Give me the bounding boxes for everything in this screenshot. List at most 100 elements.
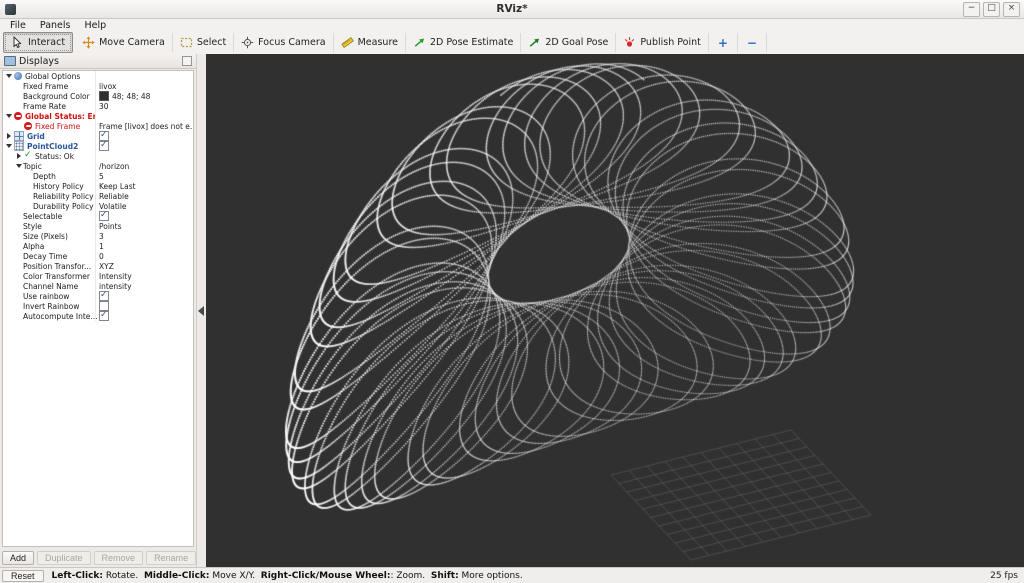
checkbox-checked[interactable] — [99, 211, 109, 221]
tree-row[interactable]: Topic/horizon — [3, 161, 193, 171]
tool-move-camera[interactable]: Move Camera — [75, 33, 173, 52]
tree-row[interactable]: Decay Time 0 — [3, 251, 193, 261]
tree-row[interactable]: Color Transformer Intensity — [3, 271, 193, 281]
property-value[interactable] — [95, 311, 192, 321]
collapse-arrow-icon[interactable] — [5, 142, 13, 150]
checkbox-checked[interactable] — [99, 291, 109, 301]
pointcloud-canvas[interactable] — [206, 54, 1024, 568]
tree-row[interactable]: Channel Name intensity — [3, 281, 193, 291]
property-value[interactable] — [95, 131, 192, 141]
property-value[interactable] — [95, 211, 192, 221]
property-value[interactable] — [95, 301, 192, 311]
displays-icon — [4, 56, 16, 66]
displays-panel-header[interactable]: Displays — [0, 54, 196, 69]
property-value[interactable]: livox — [95, 81, 192, 91]
property-name: PointCloud2 — [27, 141, 79, 151]
remove-tool-button[interactable]: − — [738, 33, 767, 52]
tree-row[interactable]: History Policy Keep Last — [3, 181, 193, 191]
checkbox-checked[interactable] — [99, 141, 109, 151]
value-text: Intensity — [99, 271, 132, 281]
3d-viewport[interactable] — [206, 54, 1024, 568]
maximize-button[interactable]: □ — [983, 1, 1000, 17]
tree-row[interactable]: Durability Policy Volatile — [3, 201, 193, 211]
expand-arrow-icon[interactable] — [15, 152, 23, 160]
goal-pose-icon — [528, 36, 541, 49]
tree-row[interactable]: Status: Ok — [3, 151, 193, 161]
tree-row[interactable]: Position Transfor... XYZ — [3, 261, 193, 271]
property-name: Fixed Frame — [35, 121, 81, 131]
property-value[interactable] — [95, 71, 192, 81]
tree-row[interactable]: Depth 5 — [3, 171, 193, 181]
property-value[interactable] — [95, 111, 192, 121]
property-value[interactable]: XYZ — [95, 261, 192, 271]
checkbox-checked[interactable] — [99, 311, 109, 321]
property-value[interactable] — [95, 291, 192, 301]
property-value[interactable]: 0 — [95, 251, 192, 261]
property-value[interactable]: Frame [livox] does not e... — [95, 121, 192, 131]
panel-close-button[interactable] — [182, 56, 192, 66]
menu-panels[interactable]: Panels — [33, 20, 78, 31]
tool-label: Focus Camera — [258, 37, 326, 48]
property-value[interactable] — [95, 151, 192, 161]
titlebar[interactable]: RViz* − □ × — [0, 0, 1024, 19]
tree-row[interactable]: Background Color 48; 48; 48 — [3, 91, 193, 101]
add-button[interactable]: Add — [2, 551, 35, 565]
add-tool-button[interactable]: + — [709, 33, 738, 52]
property-value[interactable]: Points — [95, 221, 192, 231]
tool-2d-goal-pose[interactable]: 2D Goal Pose — [521, 33, 617, 52]
tool-publish-point[interactable]: Publish Point — [616, 33, 709, 52]
property-value[interactable]: Intensity — [95, 271, 192, 281]
tree-row[interactable]: Alpha 1 — [3, 241, 193, 251]
value-text: Volatile — [99, 201, 127, 211]
menu-help[interactable]: Help — [77, 20, 113, 31]
minimize-button[interactable]: − — [963, 1, 980, 17]
property-value[interactable]: intensity — [95, 281, 192, 291]
expand-arrow-icon[interactable] — [5, 132, 13, 140]
tree-row[interactable]: Grid — [3, 131, 193, 141]
tree-row[interactable]: Selectable — [3, 211, 193, 221]
tree-row[interactable]: Fixed Frame livox — [3, 81, 193, 91]
main-content: Displays Global Options Fixed Frame livox B… — [0, 54, 1024, 568]
property-value[interactable]: 1 — [95, 241, 192, 251]
property-value[interactable]: 3 — [95, 231, 192, 241]
property-name: Color Transformer — [23, 271, 90, 281]
property-value[interactable] — [95, 141, 192, 151]
collapse-arrow-icon[interactable] — [15, 162, 23, 170]
panel-collapse-handle[interactable] — [198, 306, 204, 316]
close-button[interactable]: × — [1003, 1, 1020, 17]
property-value[interactable]: 48; 48; 48 — [95, 91, 192, 101]
tool-measure[interactable]: Measure — [334, 33, 406, 52]
menu-file[interactable]: File — [3, 20, 33, 31]
tree-row[interactable]: Style Points — [3, 221, 193, 231]
value-text: /horizon — [99, 161, 130, 171]
tree-row[interactable]: Global Options — [3, 71, 193, 81]
property-value[interactable]: 5 — [95, 171, 192, 181]
tree-row[interactable]: Invert Rainbow — [3, 301, 193, 311]
reset-button[interactable]: Reset — [2, 569, 44, 582]
tree-row[interactable]: Size (Pixels) 3 — [3, 231, 193, 241]
tool-select[interactable]: Select — [173, 33, 235, 52]
tree-row[interactable]: Frame Rate 30 — [3, 101, 193, 111]
panel-splitter[interactable] — [197, 54, 206, 568]
property-value[interactable]: Keep Last — [95, 181, 192, 191]
property-value[interactable]: 30 — [95, 101, 192, 111]
collapse-arrow-icon[interactable] — [5, 72, 13, 80]
tree-row[interactable]: Fixed Frame Frame [livox] does not e... — [3, 121, 193, 131]
tree-row[interactable]: Use rainbow — [3, 291, 193, 301]
tree-row[interactable]: PointCloud2 — [3, 141, 193, 151]
tool-2d-pose-estimate[interactable]: 2D Pose Estimate — [406, 33, 522, 52]
checkbox-unchecked[interactable] — [99, 301, 109, 311]
tree-row[interactable]: Global Status: Error — [3, 111, 193, 121]
tool-focus-camera[interactable]: Focus Camera — [234, 33, 334, 52]
tree-row[interactable]: Autocompute Inte... — [3, 311, 193, 321]
collapse-arrow-icon[interactable] — [5, 112, 13, 120]
tool-interact[interactable]: Interact — [3, 32, 74, 53]
property-value[interactable]: Volatile — [95, 201, 192, 211]
hint-segment: More options. — [458, 570, 523, 581]
property-value[interactable]: /horizon — [95, 161, 192, 171]
property-value[interactable]: Reliable — [95, 191, 192, 201]
tree-row[interactable]: Reliability Policy Reliable — [3, 191, 193, 201]
checkbox-checked[interactable] — [99, 131, 109, 141]
